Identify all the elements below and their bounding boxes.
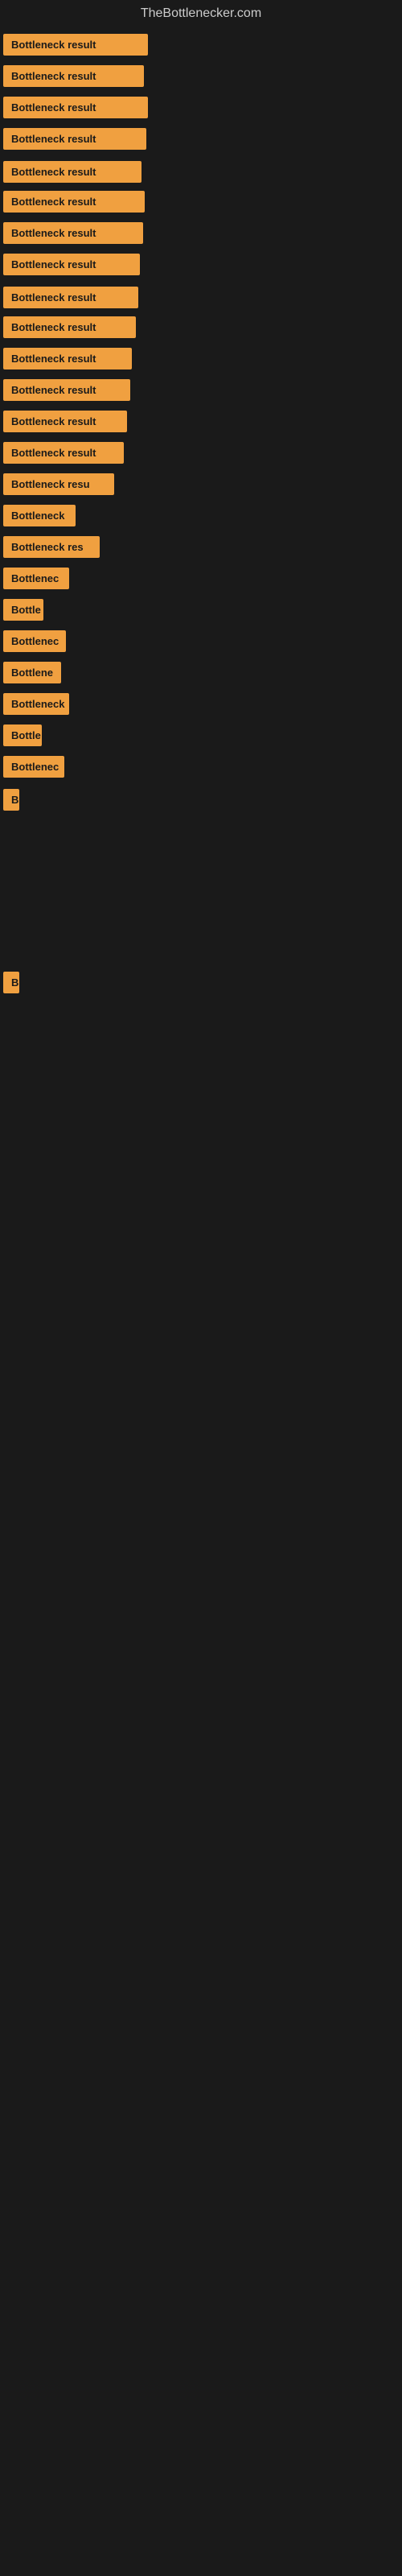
bottleneck-result-item[interactable]: Bottleneck result	[3, 128, 146, 150]
bottleneck-result-item[interactable]: Bottleneck res	[3, 536, 100, 558]
bottleneck-result-item[interactable]: Bottlene	[3, 662, 61, 683]
bottleneck-result-item[interactable]: Bottleneck result	[3, 191, 145, 213]
site-title: TheBottlenecker.com	[0, 0, 402, 27]
bottleneck-result-item[interactable]: Bottleneck	[3, 693, 69, 715]
bottleneck-result-item[interactable]: Bottle	[3, 599, 43, 621]
bottleneck-result-item[interactable]: Bottlenec	[3, 756, 64, 778]
bottleneck-result-item[interactable]: Bottlenec	[3, 630, 66, 652]
bottleneck-result-item[interactable]: Bottleneck result	[3, 222, 143, 244]
bottleneck-result-item[interactable]: Bottleneck result	[3, 411, 127, 432]
bottleneck-result-item[interactable]: Bottlenec	[3, 568, 69, 589]
spacer-3	[0, 1293, 402, 1389]
bottleneck-result-item[interactable]: Bottleneck result	[3, 442, 124, 464]
bottleneck-result-item[interactable]: Bottleneck result	[3, 348, 132, 369]
bottleneck-result-item[interactable]: B	[3, 972, 19, 993]
bottleneck-result-item[interactable]: Bottleneck	[3, 505, 76, 526]
bottleneck-result-item[interactable]: Bottleneck result	[3, 65, 144, 87]
site-title-bar: TheBottlenecker.com	[0, 0, 402, 27]
spacer-2	[0, 1196, 402, 1293]
bottleneck-result-item[interactable]: Bottleneck result	[3, 161, 142, 183]
bottleneck-result-item[interactable]: Bottleneck resu	[3, 473, 114, 495]
bottleneck-result-item[interactable]: Bottleneck result	[3, 97, 148, 118]
bottleneck-result-item[interactable]: Bottleneck result	[3, 379, 130, 401]
spacer-1	[0, 1148, 402, 1196]
bottleneck-result-item[interactable]: Bottleneck result	[3, 34, 148, 56]
bottleneck-result-item[interactable]: B	[3, 789, 19, 811]
bottleneck-list: Bottleneck result Bottleneck result Bottle…	[0, 27, 402, 1148]
bottleneck-result-item[interactable]: Bottleneck result	[3, 316, 136, 338]
bottleneck-result-item[interactable]: Bottleneck result	[3, 287, 138, 308]
spacer-4	[0, 1389, 402, 1486]
bottleneck-result-item[interactable]: Bottle	[3, 724, 42, 746]
bottleneck-result-item[interactable]: Bottleneck result	[3, 254, 140, 275]
